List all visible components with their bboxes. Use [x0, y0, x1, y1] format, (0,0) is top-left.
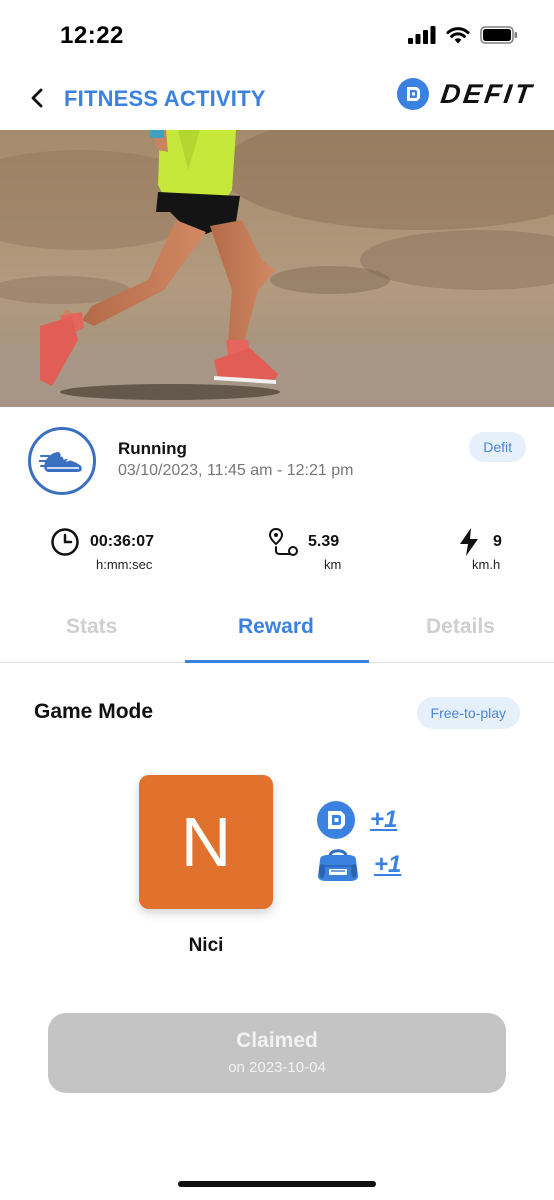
section-title: Game Mode — [34, 700, 154, 723]
activity-name: Running — [118, 439, 187, 458]
avatar-letter: N — [180, 803, 232, 881]
claim-date: on 2023-10-04 — [228, 1059, 326, 1076]
status-icons — [408, 26, 518, 44]
distance-value: 5.39 — [308, 533, 340, 550]
running-shoe-icon — [28, 427, 96, 495]
source-badge: Defit — [469, 432, 526, 462]
wifi-icon — [446, 27, 470, 44]
tab-details[interactable]: Details — [426, 615, 495, 639]
cellular-signal-icon — [408, 26, 436, 44]
avatar-name: Nici — [188, 935, 224, 956]
reward-item-bag: +1 — [316, 846, 401, 884]
tab-bar: Stats Reward Details — [0, 597, 554, 663]
page-title: FITNESS ACTIVITY — [64, 86, 266, 111]
reward-amount[interactable]: +1 — [374, 851, 401, 879]
activity-time-range: 03/10/2023, 11:45 am - 12:21 pm — [118, 462, 354, 479]
clock-icon — [51, 528, 79, 556]
duration-unit: h:mm:sec — [96, 557, 153, 572]
active-tab-indicator — [185, 660, 369, 663]
activity-summary: Running 03/10/2023, 11:45 am - 12:21 pm … — [0, 407, 554, 517]
claimed-button[interactable]: Claimed on 2023-10-04 — [48, 1013, 506, 1093]
runner-photo — [0, 130, 554, 407]
chevron-left-icon — [31, 88, 43, 108]
defit-token-icon — [317, 801, 355, 839]
tab-stats[interactable]: Stats — [66, 615, 117, 639]
status-bar: 12:22 — [0, 0, 554, 70]
activity-hero-image — [0, 130, 554, 407]
brand-name: DEFIT — [438, 78, 537, 109]
claim-label: Claimed — [236, 1029, 318, 1052]
status-time: 12:22 — [60, 22, 124, 49]
distance-unit: km — [324, 557, 342, 572]
route-icon — [268, 527, 298, 556]
home-indicator[interactable] — [178, 1181, 376, 1187]
speed-value: 9 — [493, 533, 502, 550]
back-button[interactable] — [22, 82, 52, 114]
reward-amount[interactable]: +1 — [370, 806, 397, 834]
speed-unit: km.h — [472, 557, 501, 572]
lightning-icon — [460, 528, 478, 556]
mode-badge: Free-to-play — [416, 697, 520, 729]
gym-bag-icon — [318, 849, 358, 881]
duration-value: 00:36:07 — [90, 533, 155, 550]
brand-logo: DEFIT — [397, 78, 537, 110]
tab-reward[interactable]: Reward — [238, 615, 314, 639]
header: FITNESS ACTIVITY DEFIT — [0, 70, 554, 130]
avatar: N — [139, 775, 273, 909]
battery-icon — [480, 26, 517, 44]
reward-item-token: +1 — [316, 800, 397, 840]
activity-metrics: 00:36:07 h:mm:sec 5.39 km 9 km.h — [0, 517, 554, 597]
defit-logo-icon — [397, 78, 429, 110]
